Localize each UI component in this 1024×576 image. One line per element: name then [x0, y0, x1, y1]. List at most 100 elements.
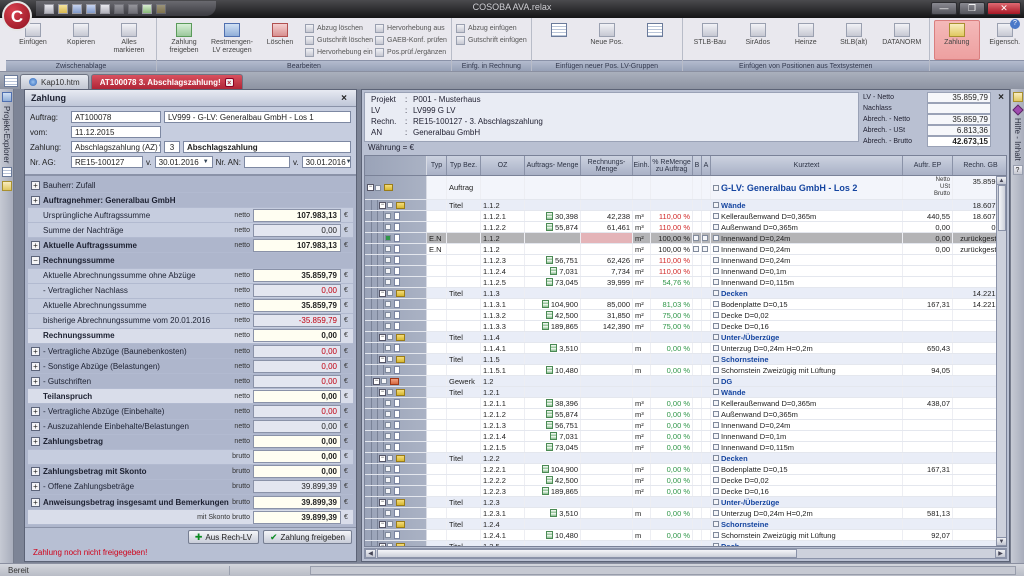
expander-icon[interactable]: −: [367, 184, 374, 191]
expander-icon[interactable]: +: [31, 467, 40, 476]
row-checkbox[interactable]: [385, 246, 391, 252]
project-explorer-icon[interactable]: [2, 92, 12, 102]
table-row[interactable]: 1.2.3.13,510m0,00 %Unterzug D=0,24m H=0,…: [365, 508, 1006, 519]
table-horizontal-scrollbar[interactable]: ◀ ▶: [364, 548, 1007, 559]
expander-icon[interactable]: +: [31, 347, 40, 356]
kurztext-checkbox[interactable]: [713, 466, 719, 472]
kurztext-checkbox[interactable]: [713, 532, 719, 538]
tree-cell[interactable]: [365, 277, 427, 287]
tree-cell[interactable]: [365, 299, 427, 309]
b-checkbox[interactable]: [693, 246, 699, 252]
row-checkbox[interactable]: [385, 312, 391, 318]
expander-icon[interactable]: +: [31, 241, 40, 250]
tree-cell[interactable]: −: [365, 519, 427, 529]
kurztext-checkbox[interactable]: [713, 400, 719, 406]
a-checkbox[interactable]: [702, 246, 708, 252]
sum-row[interactable]: Rechnungssummenetto0,00€: [28, 329, 353, 344]
table-row[interactable]: 1.2.2.3189,865m²0,00 %Decke D=0,16: [365, 486, 1006, 497]
row-checkbox[interactable]: [385, 323, 391, 329]
datum-an-select[interactable]: 30.01.2016▼: [302, 156, 351, 168]
ribbon-button-icon[interactable]: [536, 20, 582, 60]
expander-icon[interactable]: −: [379, 543, 386, 548]
sum-row[interactable]: +Zahlungsbetragnetto0,00€: [28, 435, 353, 450]
tree-cell[interactable]: [365, 409, 427, 419]
kurztext-checkbox[interactable]: [713, 389, 719, 395]
table-row[interactable]: −Titel1.1.3Decken14.221,35: [365, 288, 1006, 299]
kurztext-checkbox[interactable]: [713, 477, 719, 483]
sum-row[interactable]: +- Vertragliche Abzüge (Baunebenkosten)n…: [28, 344, 353, 359]
expander-icon[interactable]: +: [31, 498, 40, 507]
sum-row[interactable]: Teilanspruchnetto0,00€: [28, 389, 353, 404]
row-checkbox[interactable]: [385, 268, 391, 274]
sum-row[interactable]: Ursprüngliche Auftragssummenetto107.983,…: [28, 208, 353, 223]
tree-cell[interactable]: [365, 365, 427, 375]
expander-icon[interactable]: −: [373, 378, 380, 385]
a-checkbox[interactable]: [702, 235, 708, 241]
help-content-tab[interactable]: Hilfe - Inhalt: [1013, 118, 1022, 161]
expander-icon[interactable]: −: [379, 202, 386, 209]
row-checkbox[interactable]: [387, 389, 393, 395]
expander-icon[interactable]: −: [379, 455, 386, 462]
tree-cell[interactable]: [365, 343, 427, 353]
nr-ag-field[interactable]: RE15-100127: [71, 156, 143, 168]
expander-icon[interactable]: +: [31, 482, 40, 491]
expander-icon[interactable]: −: [31, 256, 40, 265]
sum-row[interactable]: −Rechnungssumme: [28, 253, 353, 268]
kurztext-checkbox[interactable]: [713, 411, 719, 417]
row-checkbox[interactable]: [385, 345, 391, 351]
kurztext-checkbox[interactable]: [713, 455, 719, 461]
kurztext-checkbox[interactable]: [713, 543, 719, 547]
kurztext-checkbox[interactable]: [713, 235, 719, 241]
kurztext-checkbox[interactable]: [713, 257, 719, 263]
row-checkbox[interactable]: [385, 279, 391, 285]
expander-icon[interactable]: −: [379, 290, 386, 297]
ribbon-button-Abzug löschen[interactable]: Abzug löschen: [305, 23, 373, 34]
row-checkbox[interactable]: [385, 301, 391, 307]
scroll-left-icon[interactable]: ◀: [365, 549, 376, 558]
abrechnung-close-icon[interactable]: ×: [995, 92, 1007, 153]
ribbon-button-Restmengen- LV erzeugen[interactable]: Restmengen- LV erzeugen: [209, 20, 255, 60]
row-checkbox[interactable]: [385, 433, 391, 439]
dock-catalog-icon[interactable]: [2, 181, 12, 191]
kurztext-checkbox[interactable]: [713, 499, 719, 505]
expander-icon[interactable]: +: [31, 407, 40, 416]
ribbon-button-Löschen[interactable]: Löschen: [257, 20, 303, 60]
table-row[interactable]: 1.2.1.138,396m³0,00 %Kelleraußenwand D=0…: [365, 398, 1006, 409]
row-checkbox[interactable]: [387, 334, 393, 340]
table-row[interactable]: 1.2.1.47,031m²0,00 %Innenwand D=0,1m: [365, 431, 1006, 442]
tree-cell[interactable]: [365, 255, 427, 265]
b-checkbox[interactable]: [693, 235, 699, 241]
tree-cell[interactable]: [365, 222, 427, 232]
ribbon-button-Hervorhebung ein[interactable]: Hervorhebung ein: [305, 47, 373, 58]
tree-cell[interactable]: [365, 431, 427, 441]
minimize-button[interactable]: —: [931, 2, 957, 15]
tree-cell[interactable]: −: [365, 200, 427, 210]
kurztext-checkbox[interactable]: [713, 521, 719, 527]
cosoba-diamond-icon[interactable]: [1012, 104, 1023, 115]
row-checkbox[interactable]: [385, 213, 391, 219]
kurztext-checkbox[interactable]: [713, 334, 719, 340]
zahlung-nr-field[interactable]: 3: [164, 141, 180, 153]
ribbon-button-SirAdos[interactable]: SirAdos: [735, 20, 781, 60]
table-row[interactable]: E.N1.1.2m²100,00 %Innenwand D=0,24m0,00z…: [365, 233, 1006, 244]
tree-cell[interactable]: −: [365, 541, 427, 547]
sum-row[interactable]: - Vertraglicher Nachlassnetto0,00€: [28, 284, 353, 299]
sum-row[interactable]: +- Gutschriftennetto0,00€: [28, 374, 353, 389]
tree-cell[interactable]: [365, 266, 427, 276]
nr-an-field[interactable]: [244, 156, 290, 168]
row-checkbox[interactable]: [385, 510, 391, 516]
sum-row[interactable]: brutto0,00€: [28, 450, 353, 465]
table-row[interactable]: 1.2.4.110,480m0,00 %Schornstein Zweizügi…: [365, 530, 1006, 541]
row-checkbox[interactable]: [387, 499, 393, 505]
Aus Rech-LV-button[interactable]: ✚Aus Rech-LV: [188, 530, 259, 544]
kurztext-checkbox[interactable]: [713, 213, 719, 219]
auftrag-field[interactable]: AT100078: [71, 111, 161, 123]
tree-cell[interactable]: [365, 475, 427, 485]
kurztext-checkbox[interactable]: [713, 367, 719, 373]
sum-row[interactable]: +Bauherr: Zufall: [28, 178, 353, 193]
table-row[interactable]: 1.1.3.242,50031,850m²75,00 %Decke D=0,02: [365, 310, 1006, 321]
table-row[interactable]: 1.2.2.1104,900m²0,00 %Bodenplatte D=0,15…: [365, 464, 1006, 475]
kurztext-checkbox[interactable]: [713, 510, 719, 516]
row-checkbox[interactable]: [387, 455, 393, 461]
row-checkbox[interactable]: [385, 532, 391, 538]
